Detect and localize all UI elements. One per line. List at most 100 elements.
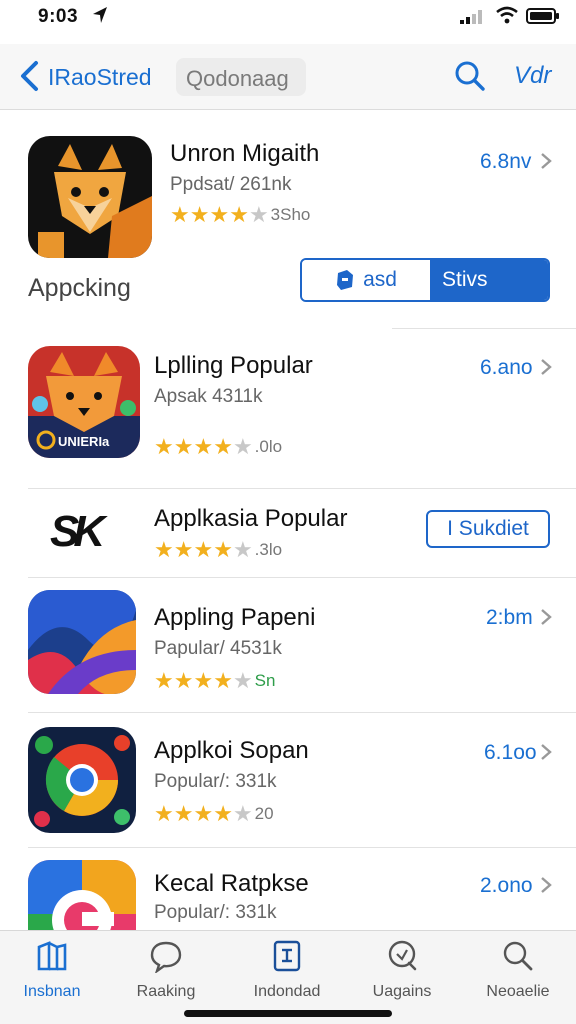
star-icon: ★	[154, 668, 174, 693]
rating-text: 20	[254, 804, 274, 823]
back-chevron-icon[interactable]	[18, 60, 40, 92]
star-icon: ★	[193, 537, 214, 562]
battery-icon	[526, 8, 559, 24]
select-button-label: I Sukdiet	[447, 517, 529, 540]
chevron-right-icon	[541, 877, 552, 893]
app-title: Lplling Popular	[154, 352, 313, 379]
search-field[interactable]: Qodonaag	[176, 58, 306, 96]
search-icon	[503, 941, 533, 971]
star-empty-icon: ★	[248, 202, 269, 227]
rating-text: 3Sho	[270, 205, 311, 224]
app-title: Applkasia Popular	[154, 505, 348, 532]
tab-insbnan[interactable]: Insbnan	[2, 939, 102, 1009]
star-icon: ★	[173, 537, 194, 562]
tab-label: Raaking	[136, 983, 196, 1000]
list-item[interactable]: Appling Papeni Papular/ 4531k ★ ★ ★ ★ ★ Sn 2…	[0, 578, 576, 712]
action-button-group[interactable]: asd Stivs	[300, 258, 550, 302]
app-icon-g	[28, 860, 136, 930]
back-button[interactable]: IRaoStred	[48, 64, 152, 91]
home-indicator[interactable]	[184, 1010, 392, 1017]
wave-icon	[28, 590, 136, 694]
app-subtitle: Apsak 4311k	[154, 386, 263, 407]
rating-text: Sn	[254, 671, 276, 690]
app-icon-fox	[28, 136, 152, 258]
chat-bubble-icon	[150, 941, 182, 973]
star-rating: ★ ★ ★ ★ ★ Sn	[154, 670, 275, 692]
tab-raaking[interactable]: Raaking	[116, 939, 216, 1009]
tab-uagains[interactable]: Uagains	[352, 939, 452, 1009]
star-rating: ★ ★ ★ ★ ★ 3Sho	[170, 204, 310, 226]
star-icon: ★	[193, 434, 214, 459]
app-logo-text: SK	[50, 507, 105, 556]
star-icon: ★	[213, 668, 233, 693]
app-icon-text: UNIERIa	[58, 434, 110, 449]
app-icon-chrome	[28, 727, 136, 833]
chevron-right-icon	[541, 359, 552, 375]
tab-label: Indondad	[253, 983, 321, 1000]
star-icon: ★	[229, 202, 249, 227]
star-icon: ★	[193, 668, 214, 693]
star-icon: ★	[213, 801, 233, 826]
app-icon-fox-red: UNIERIa	[28, 346, 140, 458]
tab-indondad[interactable]: Indondad	[237, 939, 337, 1009]
chevron-right-icon	[541, 153, 552, 169]
star-icon: ★	[173, 434, 194, 459]
cellular-signal-icon	[460, 10, 482, 24]
action-button-left-label: asd	[363, 268, 397, 291]
app-price[interactable]: 6.1oo	[484, 741, 537, 765]
app-title: Kecal Ratpkse	[154, 870, 309, 897]
list-item[interactable]: Kecal Ratpkse Popular/: 331k 2.ono	[0, 848, 576, 930]
chevron-right-icon	[541, 609, 552, 625]
book-icon	[37, 941, 67, 971]
search-icon[interactable]	[454, 60, 486, 92]
star-empty-icon: ★	[232, 801, 253, 826]
app-price[interactable]: 2.ono	[480, 874, 533, 898]
rating-text: .0lo	[254, 437, 283, 456]
star-icon: ★	[213, 537, 233, 562]
list-item[interactable]: UNIERIa Lplling Popular Apsak 4311k ★ ★ ★ ★…	[0, 332, 576, 488]
action-button-left[interactable]: asd	[302, 260, 430, 300]
star-icon: ★	[189, 202, 210, 227]
search-field-text: Qodonaag	[186, 66, 289, 91]
star-empty-icon: ★	[232, 668, 253, 693]
location-arrow-icon	[93, 7, 107, 23]
star-empty-icon: ★	[232, 537, 253, 562]
tab-label: Insbnan	[23, 983, 81, 1000]
fox-icon	[38, 144, 152, 258]
chevron-right-icon	[541, 744, 552, 760]
tab-label: Neoaelie	[486, 983, 550, 1000]
action-button-right-label: Stivs	[442, 268, 488, 291]
app-title: Unron Migaith	[170, 140, 320, 167]
star-icon: ★	[209, 202, 230, 227]
section-label: Appcking	[28, 274, 131, 302]
tab-label: Uagains	[372, 983, 432, 1000]
document-icon	[273, 940, 301, 972]
star-rating: ★ ★ ★ ★ ★ .3lo	[154, 539, 282, 561]
star-empty-icon: ★	[232, 434, 253, 459]
rating-text: .3lo	[254, 540, 283, 559]
g-letter-icon	[28, 860, 136, 930]
tab-neoaelie[interactable]: Neoaelie	[468, 939, 568, 1009]
app-price[interactable]: 2:bm	[486, 606, 533, 630]
star-icon: ★	[173, 668, 194, 693]
star-icon: ★	[173, 801, 194, 826]
list-item[interactable]: Applkoi Sopan Popular/: 331k ★ ★ ★ ★ ★ 20 6.…	[0, 713, 576, 847]
divider	[392, 328, 576, 329]
star-icon: ★	[154, 434, 174, 459]
app-title: Applkoi Sopan	[154, 737, 309, 764]
status-time: 9:03	[38, 6, 79, 27]
app-subtitle: Popular/: 331k	[154, 902, 277, 923]
star-icon: ★	[213, 434, 233, 459]
app-subtitle: Popular/: 331k	[154, 771, 277, 792]
app-subtitle: Ppdsat/ 261nk	[170, 174, 292, 195]
action-button-right[interactable]: Stivs	[430, 260, 548, 300]
app-title: Appling Papeni	[154, 604, 316, 631]
star-icon: ★	[154, 537, 174, 562]
select-button[interactable]: I Sukdiet	[426, 510, 550, 548]
chrome-icon	[34, 735, 130, 827]
edit-button[interactable]: Vdr	[514, 62, 551, 90]
app-subtitle: Papular/ 4531k	[154, 638, 282, 659]
app-price[interactable]: 6.8nv	[480, 150, 531, 174]
app-price[interactable]: 6.ano	[480, 356, 533, 380]
wifi-icon	[496, 6, 518, 24]
